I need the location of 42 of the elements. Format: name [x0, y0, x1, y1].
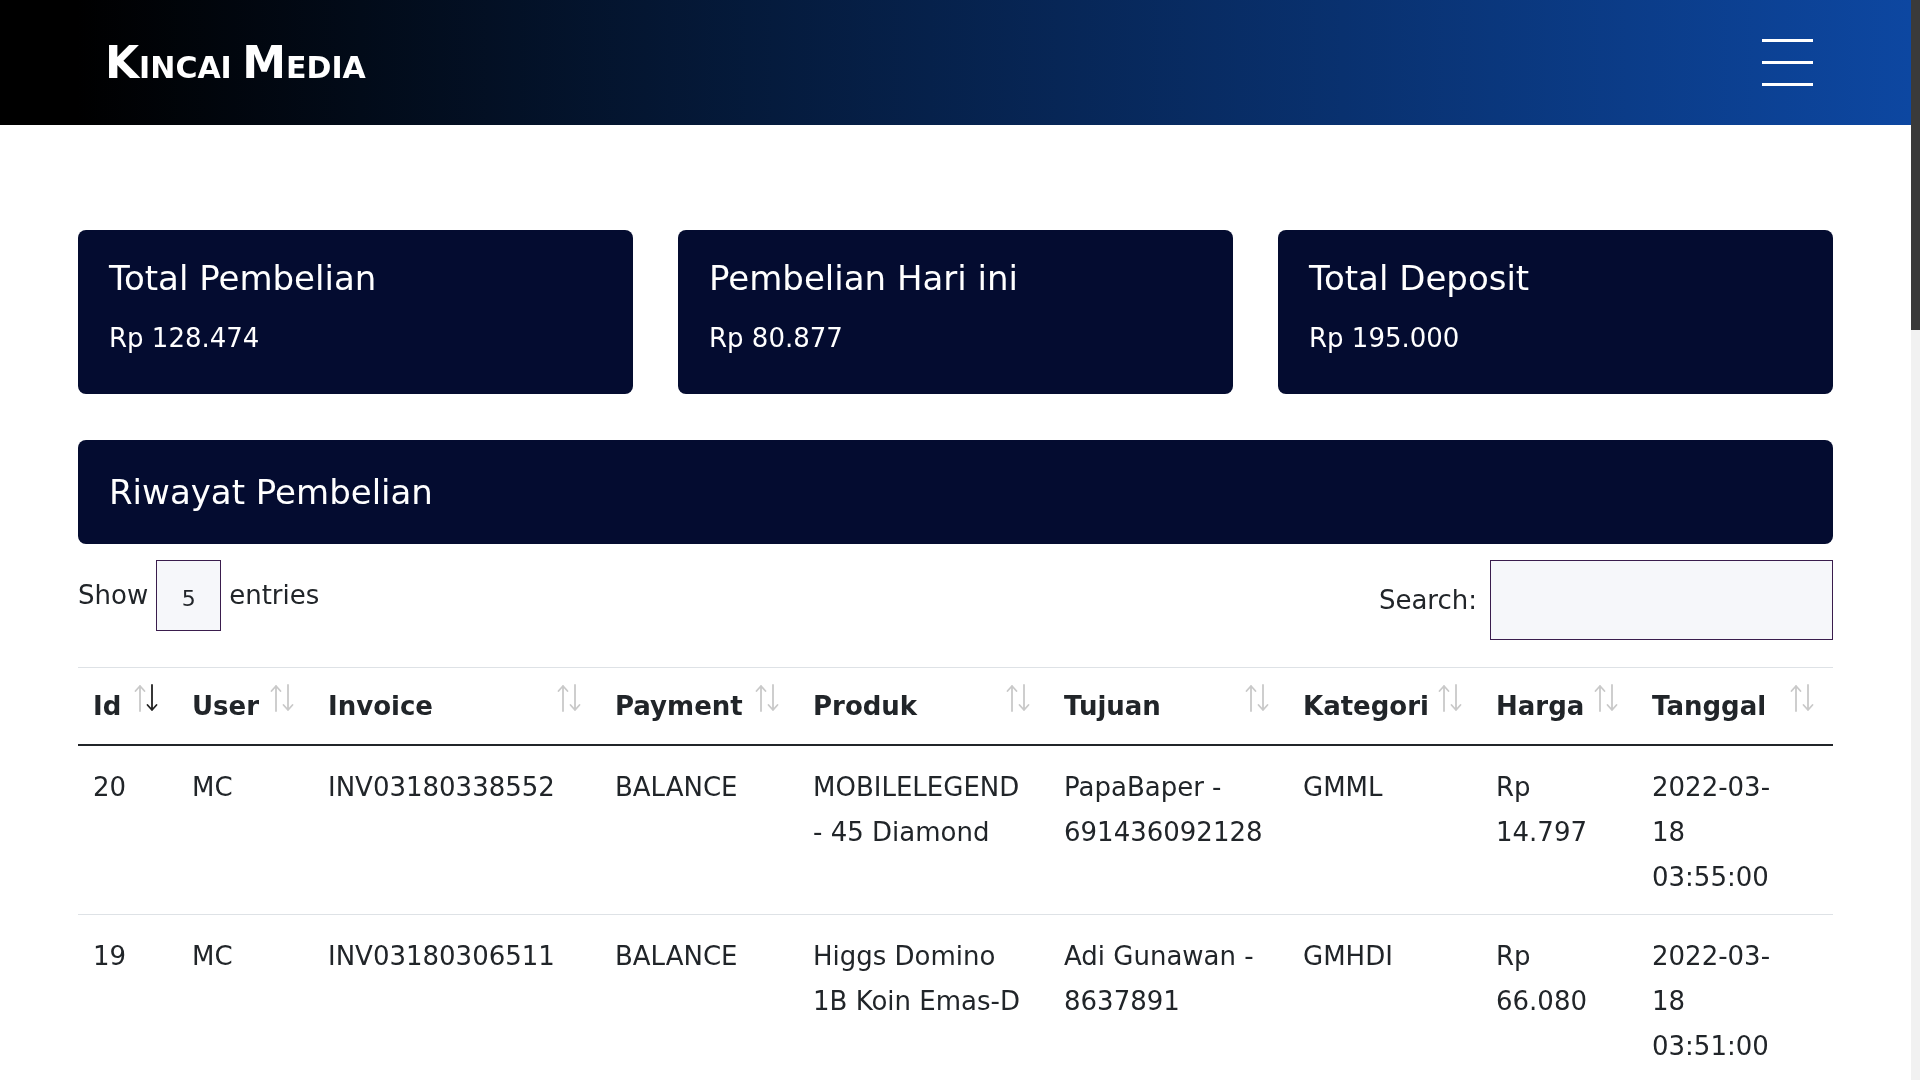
search-field[interactable]	[1490, 560, 1833, 640]
stat-title: Total Pembelian	[109, 258, 378, 299]
table-cell: Adi Gunawan - 8637891	[1049, 914, 1288, 1080]
stat-value: Rp 128.474	[109, 323, 261, 354]
table-cell: GMHDI	[1288, 914, 1481, 1080]
menu-icon[interactable]	[1762, 39, 1813, 86]
column-header[interactable]: Payment	[600, 667, 798, 745]
table-cell: MC	[177, 745, 313, 915]
table-cell: INV03180306511	[313, 914, 600, 1080]
column-header[interactable]: Produk	[798, 667, 1049, 745]
table-cell: GMML	[1288, 745, 1481, 915]
stat-title: Pembelian Hari ini	[709, 258, 1019, 299]
stat-value: Rp 195.000	[1309, 323, 1461, 354]
section-title: Riwayat Pembelian	[109, 471, 433, 513]
table-cell: Rp 14.797	[1481, 745, 1637, 915]
table-cell: BALANCE	[600, 745, 798, 915]
column-header[interactable]: Invoice	[313, 667, 600, 745]
table-cell: MOBILELEGEND - 45 Diamond	[798, 745, 1049, 915]
search-label: Search:	[1378, 584, 1477, 616]
column-header[interactable]: Tujuan	[1049, 667, 1288, 745]
table-cell: BALANCE	[600, 914, 798, 1080]
column-header[interactable]: Id	[78, 667, 177, 745]
table-cell: Rp 66.080	[1481, 914, 1637, 1080]
table-cell: 20	[78, 745, 177, 915]
column-header[interactable]: Harga	[1481, 667, 1637, 745]
brand-name[interactable]: KINCAI MEDIA	[105, 40, 366, 85]
table-cell: Higgs Domino 1B Koin Emas-D	[798, 914, 1049, 1080]
table-cell: INV03180338552	[313, 745, 600, 915]
stat-value: Rp 80.877	[709, 323, 844, 354]
table-cell: 2022-03-18 03:55:00	[1637, 745, 1833, 915]
table-cell: 2022-03-18 03:51:00	[1637, 914, 1833, 1080]
table-cell: 19	[78, 914, 177, 1080]
show-label: Show	[78, 580, 149, 611]
scrollbar-thumb[interactable]	[1911, 0, 1920, 330]
table-cell: MC	[177, 914, 313, 1080]
column-header[interactable]: Kategori	[1288, 667, 1481, 745]
table-cell: PapaBaper - 691436092128	[1049, 745, 1288, 915]
stat-title: Total Deposit	[1309, 258, 1531, 299]
column-header[interactable]: User	[177, 667, 313, 745]
column-header[interactable]: Tanggal	[1637, 667, 1833, 745]
entries-select[interactable]: 5	[156, 560, 222, 631]
entries-label: entries	[229, 580, 320, 611]
